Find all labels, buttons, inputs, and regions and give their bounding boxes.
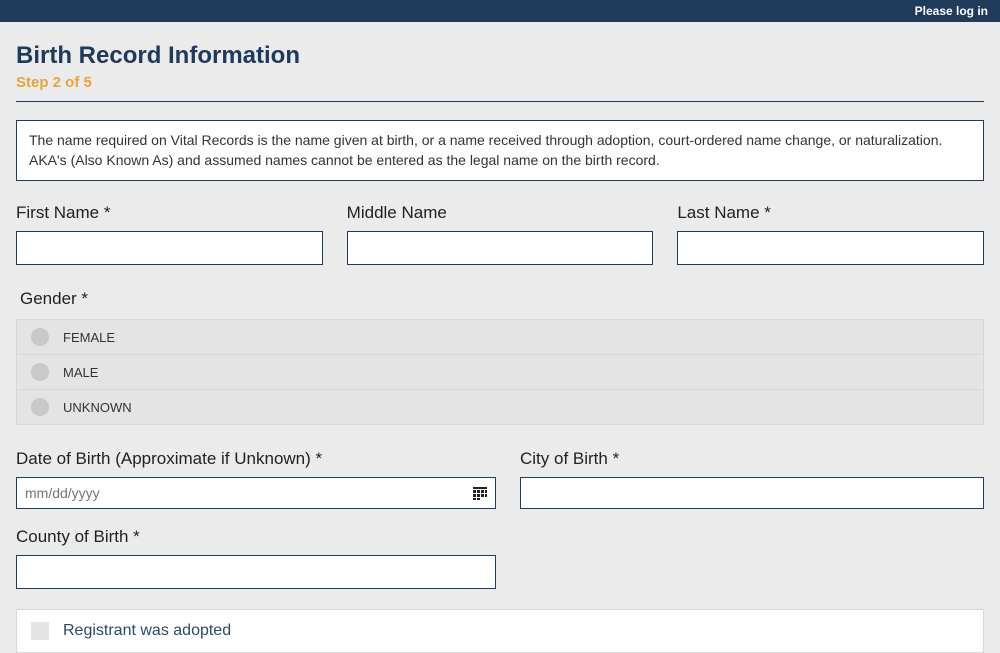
- gender-radio-list: FEMALE MALE UNKNOWN: [16, 319, 984, 425]
- city-field: City of Birth *: [520, 449, 984, 509]
- content: Birth Record Information Step 2 of 5 The…: [0, 22, 1000, 653]
- step-label: Step 2 of 5: [16, 74, 984, 91]
- gender-option-label: FEMALE: [63, 330, 115, 345]
- county-field: County of Birth *: [16, 527, 496, 589]
- gender-option-label: MALE: [63, 365, 98, 380]
- middle-name-label: Middle Name: [347, 203, 654, 223]
- first-name-label: First Name *: [16, 203, 323, 223]
- name-row: First Name * Middle Name Last Name *: [16, 203, 984, 265]
- county-input[interactable]: [16, 555, 496, 589]
- last-name-field: Last Name *: [677, 203, 984, 265]
- dob-input[interactable]: [16, 477, 496, 509]
- radio-icon: [31, 363, 49, 381]
- middle-name-input[interactable]: [347, 231, 654, 265]
- first-name-field: First Name *: [16, 203, 323, 265]
- dob-field: Date of Birth (Approximate if Unknown) *: [16, 449, 496, 509]
- gender-option-unknown[interactable]: UNKNOWN: [17, 390, 983, 424]
- dob-label: Date of Birth (Approximate if Unknown) *: [16, 449, 496, 469]
- gender-option-female[interactable]: FEMALE: [17, 320, 983, 355]
- login-link[interactable]: Please log in: [915, 4, 988, 18]
- first-name-input[interactable]: [16, 231, 323, 265]
- page-title: Birth Record Information: [16, 42, 984, 70]
- gender-option-label: UNKNOWN: [63, 400, 132, 415]
- dob-city-row: Date of Birth (Approximate if Unknown) *: [16, 449, 984, 509]
- gender-option-male[interactable]: MALE: [17, 355, 983, 390]
- info-notice: The name required on Vital Records is th…: [16, 120, 984, 181]
- gender-label: Gender *: [16, 289, 984, 309]
- last-name-input[interactable]: [677, 231, 984, 265]
- county-label: County of Birth *: [16, 527, 496, 547]
- city-label: City of Birth *: [520, 449, 984, 469]
- gender-section: Gender * FEMALE MALE UNKNOWN: [16, 289, 984, 425]
- radio-icon: [31, 328, 49, 346]
- middle-name-field: Middle Name: [347, 203, 654, 265]
- title-rule: [16, 101, 984, 102]
- radio-icon: [31, 398, 49, 416]
- dob-input-wrap: [16, 477, 496, 509]
- city-input[interactable]: [520, 477, 984, 509]
- top-bar: Please log in: [0, 0, 1000, 22]
- last-name-label: Last Name *: [677, 203, 984, 223]
- adopted-box[interactable]: Registrant was adopted: [16, 609, 984, 653]
